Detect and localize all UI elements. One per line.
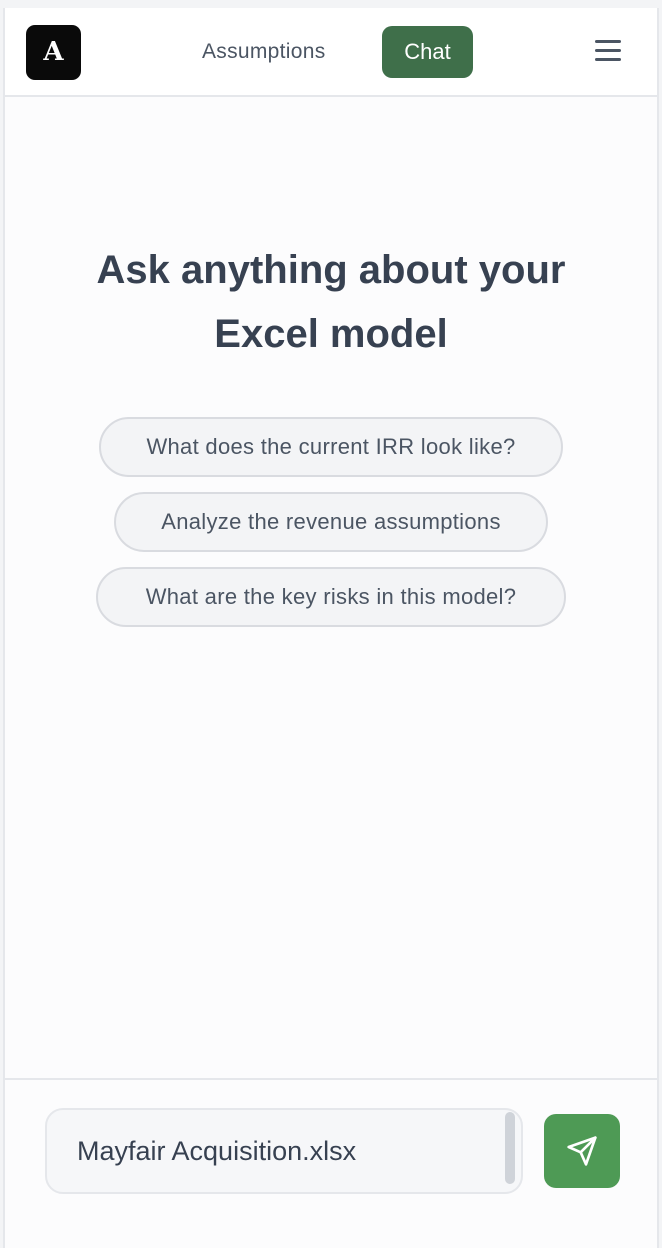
chat-composer	[5, 1078, 657, 1248]
input-scrollbar[interactable]	[505, 1112, 515, 1184]
chat-input[interactable]	[47, 1110, 521, 1192]
nav-assumptions[interactable]: Assumptions	[202, 40, 326, 64]
heading-line-1: Ask anything about your	[96, 248, 566, 292]
suggestion-list: What does the current IRR look like? Ana…	[5, 417, 657, 642]
suggestion-chip-revenue[interactable]: Analyze the revenue assumptions	[114, 492, 548, 552]
app-window: A Assumptions Chat Ask anything about yo…	[3, 8, 659, 1248]
heading-line-2: Excel model	[214, 312, 448, 356]
send-paper-plane-icon	[567, 1136, 597, 1166]
suggestion-chip-risks[interactable]: What are the key risks in this model?	[96, 567, 566, 627]
send-button[interactable]	[544, 1114, 620, 1188]
hamburger-menu-icon[interactable]	[595, 40, 623, 64]
suggestion-chip-irr[interactable]: What does the current IRR look like?	[99, 417, 563, 477]
chat-input-container	[45, 1108, 523, 1194]
top-navbar: A Assumptions Chat	[5, 8, 657, 97]
app-logo[interactable]: A	[26, 25, 81, 80]
tab-chat[interactable]: Chat	[382, 26, 473, 78]
page-heading: Ask anything about your Excel model	[5, 238, 657, 366]
